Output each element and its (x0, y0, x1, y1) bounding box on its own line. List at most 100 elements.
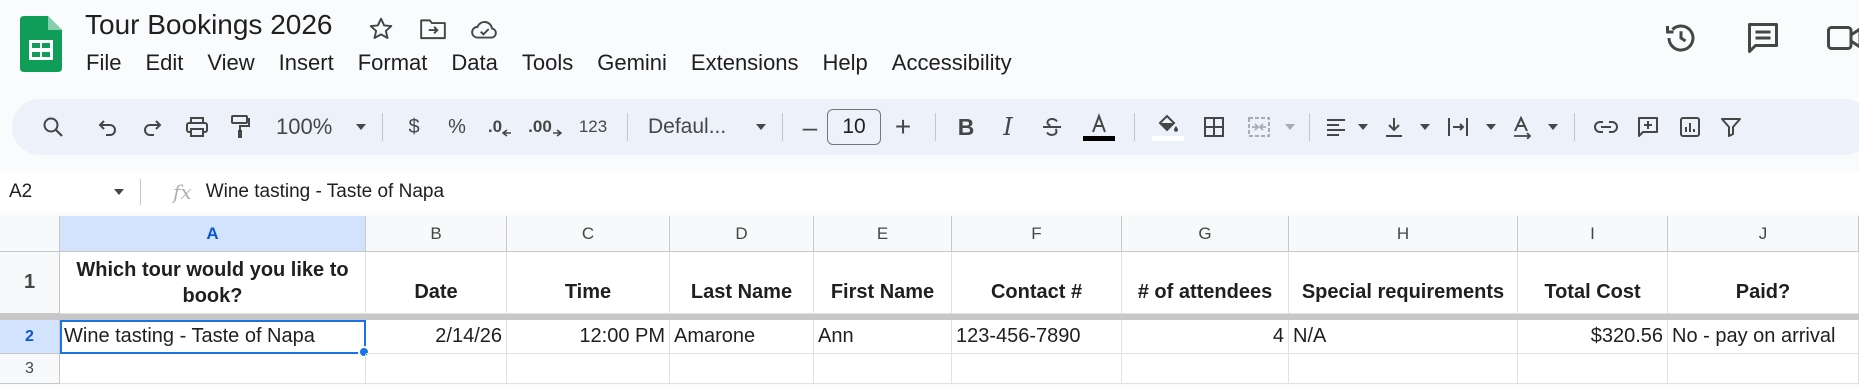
cell-i1[interactable]: Total Cost (1518, 252, 1668, 314)
cell-a3[interactable] (60, 354, 366, 384)
cell-g2[interactable]: 4 (1122, 320, 1289, 354)
cell-b1[interactable]: Date (366, 252, 507, 314)
cell-c3[interactable] (507, 354, 670, 384)
cell-h3[interactable] (1289, 354, 1518, 384)
menu-extensions[interactable]: Extensions (691, 50, 810, 76)
percent-format-button[interactable]: % (435, 107, 479, 147)
comments-icon[interactable] (1743, 18, 1783, 58)
decrease-decimal-button[interactable]: .0 (479, 107, 521, 147)
column-header-g[interactable]: G (1122, 216, 1289, 252)
font-size-input[interactable]: 10 (827, 109, 881, 145)
column-header-j[interactable]: J (1668, 216, 1859, 252)
history-icon[interactable] (1661, 18, 1701, 58)
fill-color-icon[interactable] (1145, 107, 1191, 147)
menu-accessibility[interactable]: Accessibility (892, 50, 1023, 76)
cloud-saved-icon[interactable] (470, 14, 500, 44)
cell-h2[interactable]: N/A (1289, 320, 1518, 354)
italic-button[interactable]: I (986, 107, 1030, 147)
menu-gemini[interactable]: Gemini (597, 50, 678, 76)
menu-edit[interactable]: Edit (145, 50, 194, 76)
print-icon[interactable] (174, 107, 220, 147)
cell-j2[interactable]: No - pay on arrival (1668, 320, 1859, 354)
strikethrough-icon[interactable] (1030, 107, 1074, 147)
chevron-down-icon[interactable] (1542, 107, 1564, 147)
menu-data[interactable]: Data (451, 50, 508, 76)
menu-file[interactable]: File (86, 50, 132, 76)
cell-a2[interactable]: Wine tasting - Taste of Napa (60, 320, 370, 358)
cell-j3[interactable] (1668, 354, 1859, 384)
insert-chart-icon[interactable] (1669, 107, 1711, 147)
column-header-f[interactable]: F (952, 216, 1122, 252)
zoom-select[interactable]: 100% (260, 107, 350, 147)
column-header-i[interactable]: I (1518, 216, 1668, 252)
text-color-icon[interactable] (1074, 107, 1124, 147)
cell-e2[interactable]: Ann (814, 320, 952, 354)
row-header-1[interactable]: 1 (0, 252, 60, 314)
merge-cells-icon[interactable] (1237, 107, 1281, 147)
horizontal-align-icon[interactable] (1320, 107, 1352, 147)
menu-format[interactable]: Format (358, 50, 439, 76)
menu-help[interactable]: Help (823, 50, 879, 76)
cell-g1[interactable]: # of attendees (1122, 252, 1289, 314)
column-header-a[interactable]: A (60, 216, 366, 252)
chevron-down-icon[interactable] (350, 107, 372, 147)
cell-a1[interactable]: Which tour would you like to book? (60, 252, 366, 314)
row-header-2[interactable]: 2 (0, 320, 60, 354)
column-header-b[interactable]: B (366, 216, 507, 252)
vertical-align-icon[interactable] (1374, 107, 1414, 147)
increase-decimal-button[interactable]: .00 (521, 107, 569, 147)
row-header-3[interactable]: 3 (0, 354, 60, 384)
cell-e3[interactable] (814, 354, 952, 384)
cell-c1[interactable]: Time (507, 252, 670, 314)
column-header-e[interactable]: E (814, 216, 952, 252)
chevron-down-icon[interactable] (1281, 107, 1299, 147)
cell-j1[interactable]: Paid? (1668, 252, 1859, 314)
decrease-font-size-button[interactable]: – (793, 107, 827, 147)
menu-view[interactable]: View (207, 50, 265, 76)
cell-f1[interactable]: Contact # (952, 252, 1122, 314)
move-to-folder-icon[interactable] (418, 14, 448, 44)
currency-format-button[interactable]: $ (393, 107, 435, 147)
cell-f2[interactable]: 123-456-7890 (952, 320, 1122, 354)
text-wrapping-icon[interactable] (1436, 107, 1480, 147)
chevron-down-icon[interactable] (750, 107, 772, 147)
cell-f3[interactable] (952, 354, 1122, 384)
sheets-logo-icon[interactable] (20, 16, 62, 72)
borders-icon[interactable] (1191, 107, 1237, 147)
undo-icon[interactable] (86, 107, 130, 147)
cell-h1[interactable]: Special requirements (1289, 252, 1518, 314)
cell-i2[interactable]: $320.56 (1518, 320, 1668, 354)
chevron-down-icon[interactable] (1414, 107, 1436, 147)
filter-icon[interactable] (1711, 107, 1751, 147)
cell-d2[interactable]: Amarone (670, 320, 814, 354)
document-title[interactable]: Tour Bookings 2026 (85, 9, 333, 41)
select-all-corner[interactable] (0, 216, 60, 252)
formula-input[interactable]: Wine tasting - Taste of Napa (206, 181, 444, 203)
redo-icon[interactable] (130, 107, 174, 147)
menu-tools[interactable]: Tools (522, 50, 584, 76)
cell-b3[interactable] (366, 354, 507, 384)
text-rotation-icon[interactable] (1502, 107, 1542, 147)
chevron-down-icon[interactable] (1480, 107, 1502, 147)
menu-insert[interactable]: Insert (279, 50, 345, 76)
column-header-h[interactable]: H (1289, 216, 1518, 252)
insert-link-icon[interactable] (1585, 107, 1627, 147)
cell-e1[interactable]: First Name (814, 252, 952, 314)
font-family-select[interactable]: Defaul... (638, 107, 750, 147)
paint-format-icon[interactable] (220, 107, 260, 147)
number-format-button[interactable]: 123 (569, 107, 617, 147)
cell-i3[interactable] (1518, 354, 1668, 384)
search-menus-icon[interactable] (30, 107, 76, 147)
increase-font-size-button[interactable]: + (881, 107, 925, 147)
column-header-c[interactable]: C (507, 216, 670, 252)
column-header-d[interactable]: D (670, 216, 814, 252)
cell-d3[interactable] (670, 354, 814, 384)
meet-icon[interactable] (1825, 18, 1859, 58)
star-icon[interactable] (366, 14, 396, 44)
name-box[interactable]: A2 (0, 181, 140, 203)
cell-b2[interactable]: 2/14/26 (366, 320, 507, 354)
cell-c2[interactable]: 12:00 PM (507, 320, 670, 354)
insert-comment-icon[interactable] (1627, 107, 1669, 147)
bold-button[interactable]: B (946, 107, 986, 147)
cell-g3[interactable] (1122, 354, 1289, 384)
